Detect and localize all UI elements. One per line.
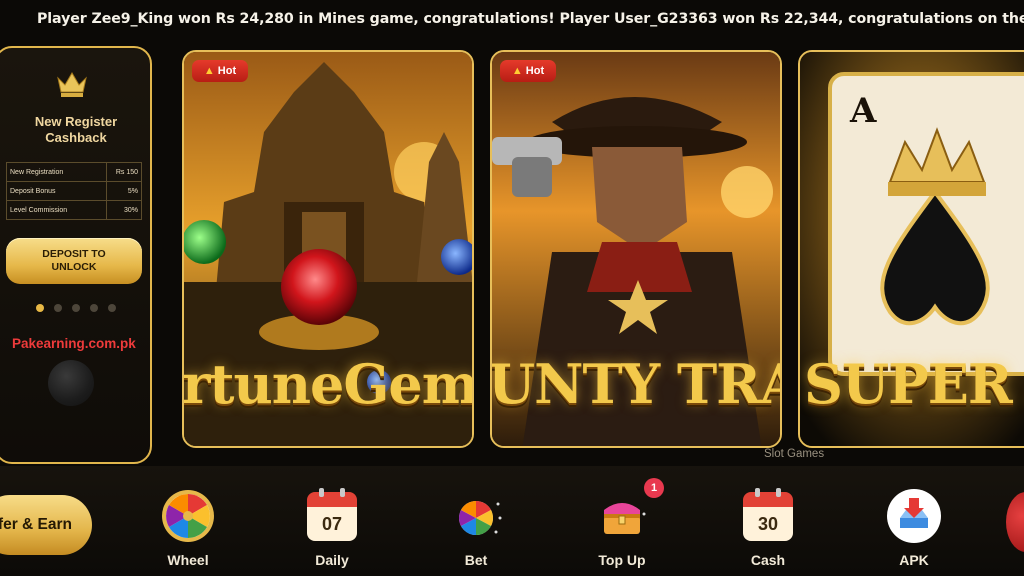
nav-label: Bet	[464, 552, 488, 568]
game-card-super-ace[interactable]: A SUPER A	[798, 50, 1024, 448]
row-label: Level Commission	[6, 200, 107, 220]
nav-label: Top Up	[598, 552, 646, 568]
game-card-fortune-gems[interactable]: ▲ Hot rtuneGem	[182, 50, 474, 448]
nav-apk[interactable]: APK	[874, 488, 954, 576]
calendar-icon: 07	[304, 488, 360, 544]
nav-bet[interactable]: Bet	[436, 488, 516, 576]
carousel-dot[interactable]	[72, 304, 80, 312]
notification-badge: 1	[644, 478, 664, 498]
calendar-ring	[319, 488, 324, 497]
table-row: Deposit Bonus 5%	[6, 181, 142, 201]
carousel-dot[interactable]	[36, 304, 44, 312]
nav-wheel[interactable]: Wheel	[148, 488, 228, 576]
row-value: Rs 150	[106, 162, 142, 182]
carousel-dot[interactable]	[54, 304, 62, 312]
nav-label: Cash	[750, 552, 786, 568]
game-title: SUPER A	[804, 352, 1024, 416]
deposit-to-unlock-button[interactable]: DEPOSIT TO UNLOCK	[6, 238, 142, 284]
deposit-line1: DEPOSIT TO	[42, 248, 106, 260]
winners-ticker: Player Zee9_King won Rs 24,280 in Mines …	[0, 0, 1024, 38]
game-card-bounty[interactable]: ▲ Hot UNTY TRA	[490, 50, 782, 448]
hot-badge-label: Hot	[217, 65, 237, 77]
carousel-dots	[36, 304, 116, 312]
flame-icon: ▲	[511, 65, 523, 77]
nav-daily[interactable]: 07 Daily	[292, 488, 372, 576]
register-cashback-card[interactable]: New Register Cashback New Registration R…	[0, 46, 152, 464]
calendar-ring	[755, 488, 760, 497]
nav-top-up[interactable]: Top Up	[582, 488, 662, 576]
promo-table: New Registration Rs 150 Deposit Bonus 5%…	[6, 162, 142, 220]
table-row: New Registration Rs 150	[6, 162, 142, 182]
deposit-line2: UNLOCK	[51, 261, 97, 273]
ticker-text: Player Zee9_King won Rs 24,280 in Mines …	[37, 11, 1024, 27]
calendar-ring	[340, 488, 345, 497]
nav-label: Daily	[315, 552, 349, 568]
decorative-ball	[48, 360, 94, 406]
nav-cash[interactable]: 30 Cash	[728, 488, 808, 576]
game-title: rtuneGem	[182, 352, 474, 416]
svg-text:A: A	[849, 91, 877, 131]
table-row: Level Commission 30%	[6, 200, 142, 220]
calendar-header	[743, 492, 793, 507]
flame-icon: ▲	[203, 65, 215, 77]
treasure-chest-icon	[604, 503, 646, 534]
bet-wheel-icon	[459, 501, 502, 535]
hot-badge: ▲ Hot	[192, 60, 248, 82]
watermark-site: Pakearning.com.pk	[12, 336, 136, 351]
row-label: New Registration	[6, 162, 107, 182]
hot-badge: ▲ Hot	[500, 60, 556, 82]
promo-title-line2: Cashback	[45, 130, 107, 145]
calendar-number: 07	[307, 507, 357, 541]
calendar-icon: 30	[740, 488, 796, 544]
carousel-dot[interactable]	[108, 304, 116, 312]
calendar-header	[307, 492, 357, 507]
row-value: 5%	[106, 181, 142, 201]
crown-icon	[57, 72, 87, 97]
hot-badge-label: Hot	[525, 65, 545, 77]
download-icon	[887, 489, 941, 543]
calendar-number: 30	[743, 507, 793, 541]
refer-earn-button[interactable]: fer & Earn	[0, 495, 92, 555]
section-label: Slot Games	[764, 448, 825, 460]
nav-label: Wheel	[167, 552, 209, 568]
carousel-dot[interactable]	[90, 304, 98, 312]
wheel-icon	[162, 490, 214, 542]
promo-title-line1: New Register	[34, 114, 118, 129]
promo-title: New Register Cashback	[16, 114, 136, 146]
refer-earn-label: fer & Earn	[0, 516, 72, 533]
game-title: UNTY TRA	[490, 352, 782, 416]
calendar-ring	[776, 488, 781, 497]
row-value: 30%	[106, 200, 142, 220]
row-label: Deposit Bonus	[6, 181, 107, 201]
nav-label: APK	[899, 552, 929, 568]
